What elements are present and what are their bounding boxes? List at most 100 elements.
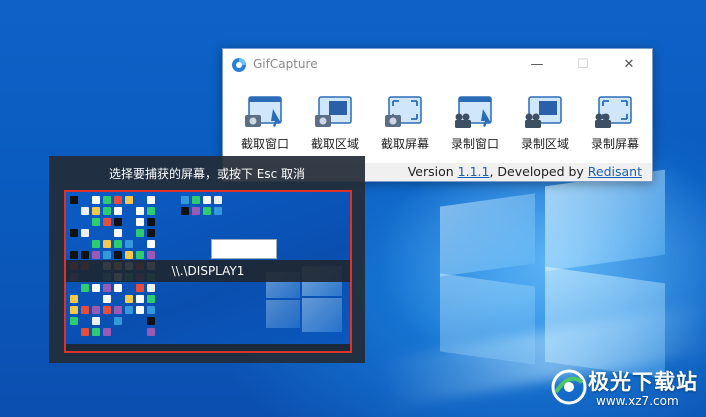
selector-hint: 选择要捕获的屏幕，或按下 Esc 取消 bbox=[108, 167, 306, 181]
developer-link[interactable]: Redisant bbox=[588, 164, 642, 179]
mini-desktop-icon bbox=[147, 218, 155, 226]
video-region-icon bbox=[525, 96, 562, 128]
tool-label: 截取屏幕 bbox=[380, 137, 429, 151]
mini-desktop-icon bbox=[147, 240, 155, 248]
mini-desktop-icon bbox=[114, 240, 122, 248]
watermark-url: www.xz7.com bbox=[596, 394, 679, 408]
title-bar[interactable]: GifCapture — ☐ ✕ bbox=[223, 49, 652, 80]
video-window-icon bbox=[455, 96, 492, 128]
tool-label: 录制窗口 bbox=[450, 137, 499, 151]
mini-desktop-icon bbox=[147, 251, 155, 259]
window-title: GifCapture bbox=[253, 57, 318, 71]
mini-desktop-icon bbox=[147, 229, 155, 237]
mini-desktop-icon bbox=[147, 196, 155, 204]
mini-desktop-icon bbox=[81, 251, 89, 259]
mini-desktop-icon bbox=[147, 207, 155, 215]
record-region-button[interactable]: 录制区域 bbox=[511, 95, 579, 163]
mini-desktop-icon bbox=[103, 207, 111, 215]
mini-desktop-icon bbox=[147, 317, 155, 325]
mini-desktop-icon bbox=[70, 306, 78, 314]
mini-logo-pane bbox=[266, 300, 300, 328]
mini-desktop-icon bbox=[103, 251, 111, 259]
maximize-icon: ☐ bbox=[577, 57, 589, 72]
mini-desktop-icon bbox=[114, 317, 122, 325]
mini-desktop-icon bbox=[70, 251, 78, 259]
mini-desktop-icon bbox=[181, 196, 189, 204]
mini-desktop-icon bbox=[114, 306, 122, 314]
mini-desktop-icon bbox=[147, 284, 155, 292]
screen-selector-overlay: 选择要捕获的屏幕，或按下 Esc 取消 \\.\DISPLAY1 bbox=[49, 156, 365, 363]
mini-desktop-icon bbox=[81, 207, 89, 215]
mini-desktop-icon bbox=[125, 251, 133, 259]
mini-desktop-icon bbox=[81, 328, 89, 336]
mini-desktop-icon bbox=[125, 196, 133, 204]
mini-desktop-icon bbox=[70, 196, 78, 204]
mini-desktop-icon bbox=[147, 328, 155, 336]
mini-desktop-icon bbox=[125, 295, 133, 303]
tool-label: 截取窗口 bbox=[240, 137, 289, 151]
mini-desktop-icon bbox=[92, 317, 100, 325]
maximize-button[interactable]: ☐ bbox=[560, 49, 606, 80]
mini-desktop-icon bbox=[103, 328, 111, 336]
mini-desktop-icon bbox=[81, 229, 89, 237]
capture-window-button[interactable]: 截取窗口 bbox=[231, 95, 299, 163]
mini-desktop-icon bbox=[214, 196, 222, 204]
tool-label: 录制区域 bbox=[520, 137, 569, 151]
watermark-logo-icon bbox=[551, 369, 587, 405]
mini-desktop-icon bbox=[103, 240, 111, 248]
mini-desktop-icon bbox=[114, 207, 122, 215]
record-window-button[interactable]: 录制窗口 bbox=[441, 95, 509, 163]
mini-desktop-icon bbox=[125, 240, 133, 248]
watermark: 极光下载站 www.xz7.com bbox=[548, 362, 706, 417]
mini-desktop-icon bbox=[136, 218, 144, 226]
mini-desktop-icon bbox=[92, 196, 100, 204]
record-screen-button[interactable]: 录制屏幕 bbox=[581, 95, 649, 163]
mini-desktop-icon bbox=[147, 295, 155, 303]
close-button[interactable]: ✕ bbox=[606, 49, 652, 80]
mini-desktop-icon bbox=[70, 317, 78, 325]
camera-window-icon bbox=[245, 96, 282, 127]
tool-label: 录制屏幕 bbox=[590, 137, 639, 151]
display-thumbnail[interactable]: \\.\DISPLAY1 bbox=[64, 190, 352, 353]
windows-logo-pane bbox=[440, 193, 535, 277]
mini-desktop-icon bbox=[136, 306, 144, 314]
mini-desktop-icon bbox=[92, 328, 100, 336]
mini-desktop-icon bbox=[192, 207, 200, 215]
tool-label: 截取区域 bbox=[310, 137, 359, 151]
mini-app-window bbox=[211, 239, 277, 259]
app-logo-icon bbox=[232, 58, 246, 72]
mini-desktop-icon bbox=[92, 240, 100, 248]
mini-desktop-icon bbox=[136, 284, 144, 292]
mini-desktop-icon bbox=[136, 295, 144, 303]
mini-desktop-icon bbox=[92, 207, 100, 215]
mini-desktop-icon bbox=[81, 306, 89, 314]
mini-desktop-icon bbox=[92, 218, 100, 226]
developed-by-text: , Developed by bbox=[489, 164, 588, 179]
mini-desktop-icon bbox=[147, 306, 155, 314]
mini-desktop-icon bbox=[114, 218, 122, 226]
camera-region-icon bbox=[315, 96, 352, 127]
mini-desktop-icon bbox=[125, 306, 133, 314]
capture-toolbar: 截取窗口 截取区域 截取屏幕 录制窗口 录制区域 录制屏幕 bbox=[231, 95, 651, 163]
mini-desktop-icon bbox=[114, 229, 122, 237]
minimize-button[interactable]: — bbox=[514, 49, 560, 80]
mini-desktop-icon bbox=[70, 229, 78, 237]
mini-desktop-icon bbox=[92, 251, 100, 259]
windows-logo-pane bbox=[545, 169, 665, 272]
capture-screen-button[interactable]: 截取屏幕 bbox=[371, 95, 439, 163]
mini-taskbar bbox=[66, 344, 350, 351]
mini-desktop-icon bbox=[136, 251, 144, 259]
mini-desktop-icon bbox=[103, 284, 111, 292]
mini-desktop-icon bbox=[103, 295, 111, 303]
version-link[interactable]: 1.1.1 bbox=[458, 164, 490, 179]
video-screen-icon bbox=[595, 96, 632, 128]
mini-desktop-icon bbox=[103, 218, 111, 226]
capture-region-button[interactable]: 截取区域 bbox=[301, 95, 369, 163]
mini-desktop-icon bbox=[214, 207, 222, 215]
mini-desktop-icon bbox=[114, 196, 122, 204]
watermark-text: 极光下载站 bbox=[588, 370, 698, 394]
mini-desktop-icon bbox=[203, 196, 211, 204]
minimize-icon: — bbox=[530, 57, 544, 72]
mini-desktop-icon bbox=[136, 207, 144, 215]
mini-desktop-icon bbox=[114, 284, 122, 292]
